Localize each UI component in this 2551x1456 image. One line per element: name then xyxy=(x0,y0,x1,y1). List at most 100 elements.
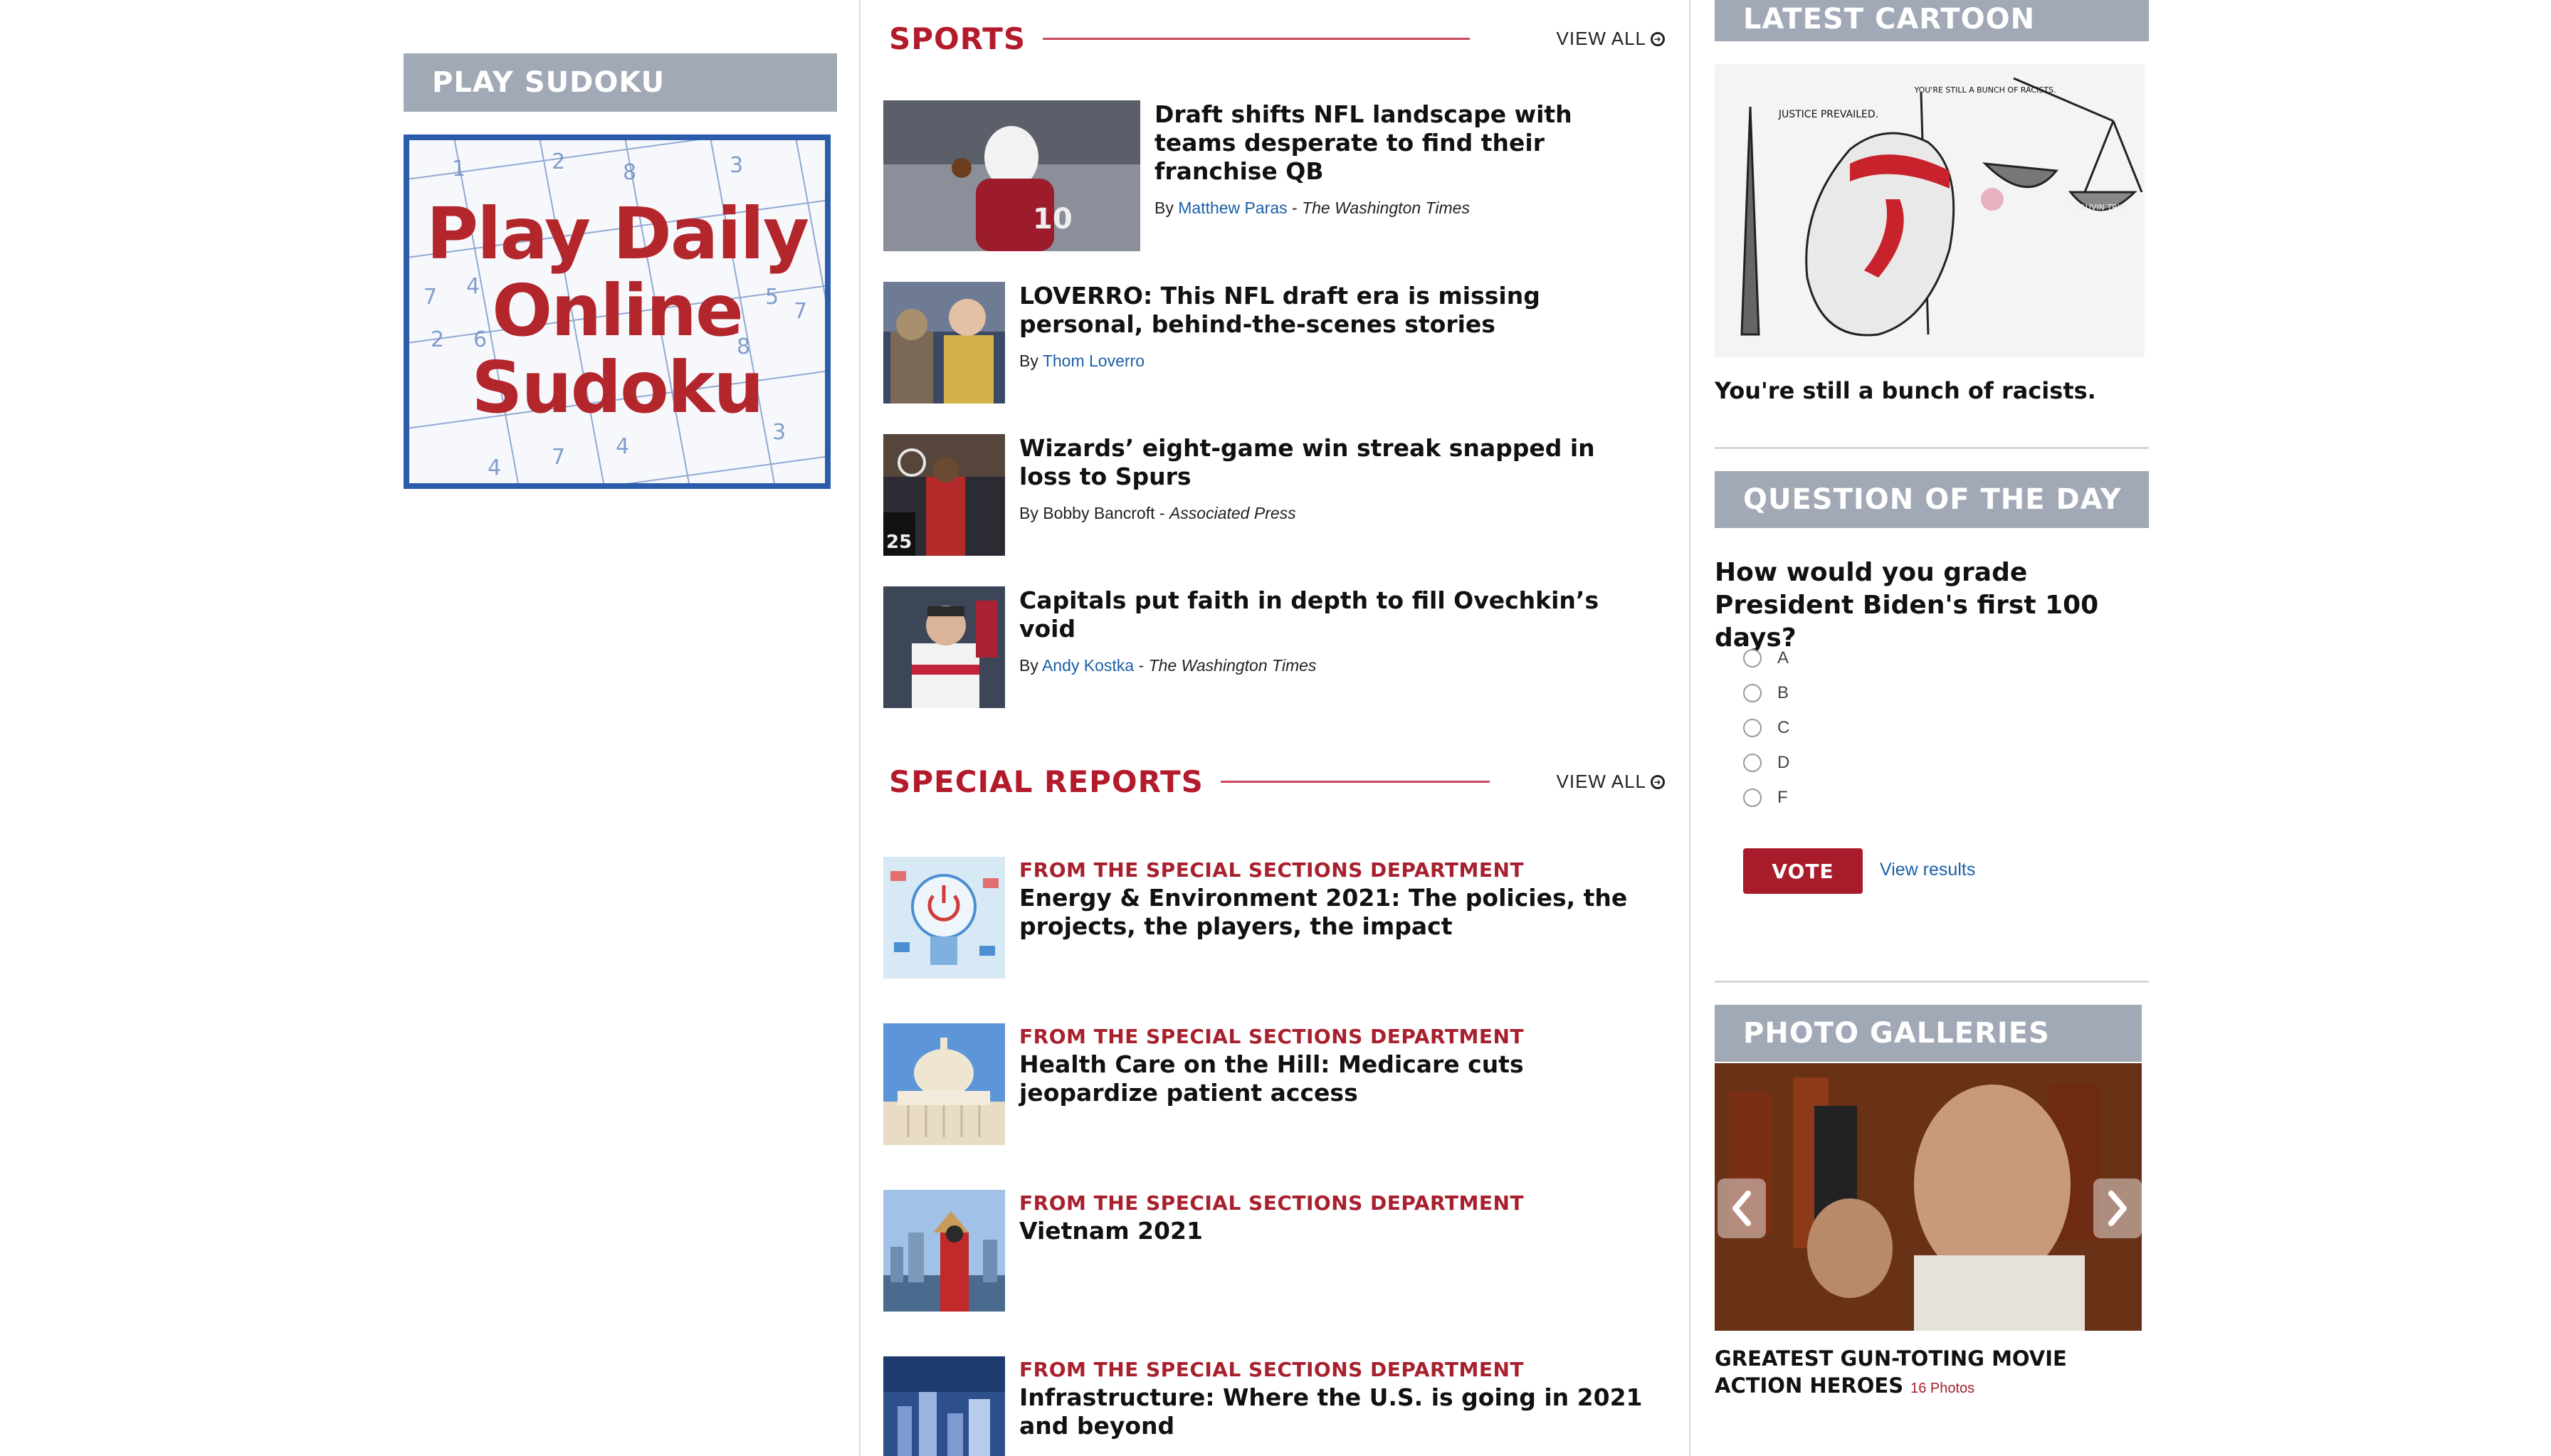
sports-story-thumbnail[interactable] xyxy=(883,586,1005,708)
sports-story-headline[interactable]: Capitals put faith in depth to fill Ovec… xyxy=(1019,586,1646,643)
poll-option-c[interactable]: C xyxy=(1743,710,1789,745)
sudoku-widget: PLAY SUDOKU 1283 7457 268 4743 Play Dail… xyxy=(404,53,837,489)
special-report-item[interactable]: FROM THE SPECIAL SECTIONS DEPARTMENT Inf… xyxy=(883,1356,1660,1456)
cartoon-drawing: JUSTICE PREVAILED. YOU'RE STILL A BUNCH … xyxy=(1715,64,2145,357)
sports-section-header: SPORTS VIEW ALL ➜ xyxy=(889,21,1665,56)
special-report-item[interactable]: FROM THE SPECIAL SECTIONS DEPARTMENT Vie… xyxy=(883,1190,1660,1312)
sports-story-byline: By Thom Loverro xyxy=(1019,352,1145,370)
special-report-headline[interactable]: Vietnam 2021 xyxy=(1019,1217,1660,1245)
author-link[interactable]: Andy Kostka xyxy=(1042,656,1134,675)
sudoku-promo-line-3: Sudoku xyxy=(471,346,764,429)
sidebar-divider xyxy=(1715,447,2149,449)
cartoon-image[interactable]: JUSTICE PREVAILED. YOU'RE STILL A BUNCH … xyxy=(1715,64,2145,357)
sudoku-header: PLAY SUDOKU xyxy=(404,53,837,112)
special-report-department: FROM THE SPECIAL SECTIONS DEPARTMENT xyxy=(1019,1191,1524,1215)
special-reports-section-header: SPECIAL REPORTS VIEW ALL ➜ xyxy=(889,764,1665,799)
column-divider-right xyxy=(1689,0,1690,1456)
column-divider-left xyxy=(859,0,861,1456)
latest-cartoon-header: LATEST CARTOON xyxy=(1715,0,2149,41)
arrow-circle-icon: ➜ xyxy=(1651,774,1665,789)
vote-button[interactable]: VOTE xyxy=(1743,848,1863,894)
view-all-label: VIEW ALL xyxy=(1556,771,1646,792)
question-of-the-day-header: QUESTION OF THE DAY xyxy=(1715,471,2149,528)
cartoon-scale-label: CHAUVIN TRIAL xyxy=(2068,203,2130,212)
special-report-thumbnail[interactable] xyxy=(883,857,1005,978)
special-reports-view-all-link[interactable]: VIEW ALL ➜ xyxy=(1556,771,1665,793)
special-report-item[interactable]: FROM THE SPECIAL SECTIONS DEPARTMENT Hea… xyxy=(883,1023,1660,1145)
special-report-department: FROM THE SPECIAL SECTIONS DEPARTMENT xyxy=(1019,1025,1524,1048)
gallery-title: GREATEST GUN-TOTING MOVIE ACTION HEROES xyxy=(1715,1346,2067,1398)
svg-text:10: 10 xyxy=(1033,203,1073,236)
poll-option-b[interactable]: B xyxy=(1743,675,1789,710)
chevron-right-icon xyxy=(2108,1191,2127,1226)
sports-story-byline: By Bobby Bancroft - Associated Press xyxy=(1019,504,1296,522)
sports-story-byline: By Andy Kostka - The Washington Times xyxy=(1019,656,1317,675)
poll-options: A B C D F xyxy=(1743,640,1789,815)
special-report-department: FROM THE SPECIAL SECTIONS DEPARTMENT xyxy=(1019,858,1524,882)
publication-name: Associated Press xyxy=(1169,504,1296,522)
special-report-headline[interactable]: Energy & Environment 2021: The policies,… xyxy=(1019,884,1660,941)
svg-text:2: 2 xyxy=(552,149,565,174)
gallery-prev-button[interactable] xyxy=(1718,1178,1766,1238)
special-report-thumbnail[interactable] xyxy=(883,1190,1005,1312)
gallery-slide-image[interactable] xyxy=(1715,1063,2142,1331)
view-all-label: VIEW ALL xyxy=(1556,28,1646,49)
author-link[interactable]: Thom Loverro xyxy=(1043,352,1145,370)
sports-story[interactable]: LOVERRO: This NFL draft era is missing p… xyxy=(883,282,1646,403)
poll-option-d[interactable]: D xyxy=(1743,745,1789,780)
special-reports-title: SPECIAL REPORTS xyxy=(889,764,1204,799)
sports-story-thumbnail[interactable] xyxy=(883,282,1005,403)
radio-button[interactable] xyxy=(1743,788,1762,807)
sudoku-promo-line-1: Play Daily xyxy=(426,192,809,275)
sports-story-thumbnail[interactable]: 10 xyxy=(883,100,1140,251)
special-report-department: FROM THE SPECIAL SECTIONS DEPARTMENT xyxy=(1019,1358,1524,1381)
radio-button[interactable] xyxy=(1743,648,1762,668)
special-report-thumbnail[interactable] xyxy=(883,1356,1005,1456)
svg-text:4: 4 xyxy=(488,455,501,480)
sudoku-promo-line-2: Online xyxy=(492,269,744,352)
photo-galleries-header: PHOTO GALLERIES xyxy=(1715,1005,2142,1062)
svg-text:1: 1 xyxy=(452,157,466,181)
special-report-headline[interactable]: Health Care on the Hill: Medicare cuts j… xyxy=(1019,1050,1660,1107)
special-report-item[interactable]: FROM THE SPECIAL SECTIONS DEPARTMENT Ene… xyxy=(883,857,1660,978)
svg-text:25: 25 xyxy=(886,532,912,553)
poll-option-a[interactable]: A xyxy=(1743,640,1789,675)
sports-view-all-link[interactable]: VIEW ALL ➜ xyxy=(1556,28,1665,50)
sports-story[interactable]: Capitals put faith in depth to fill Ovec… xyxy=(883,586,1646,708)
sidebar-divider xyxy=(1715,981,2149,983)
radio-button[interactable] xyxy=(1743,753,1762,772)
svg-text:3: 3 xyxy=(730,153,743,178)
gallery-photo xyxy=(1715,1063,2142,1331)
cartoon-speech-2: YOU'RE STILL A BUNCH OF RACISTS. xyxy=(1913,85,2056,95)
gallery-caption[interactable]: GREATEST GUN-TOTING MOVIE ACTION HEROES 1… xyxy=(1715,1345,2149,1402)
publication-name: The Washington Times xyxy=(1302,199,1470,217)
sports-story[interactable]: 10 Draft shifts NFL landscape with teams… xyxy=(883,100,1646,251)
sudoku-promo-banner[interactable]: 1283 7457 268 4743 Play Daily Online Sud… xyxy=(404,134,831,489)
svg-text:7: 7 xyxy=(552,445,565,470)
sports-title-rule xyxy=(1043,38,1471,40)
photo-count: 16 Photos xyxy=(1910,1381,1975,1396)
chevron-left-icon xyxy=(1732,1191,1751,1226)
svg-text:8: 8 xyxy=(623,160,636,185)
sports-story-headline[interactable]: LOVERRO: This NFL draft era is missing p… xyxy=(1019,282,1646,339)
arrow-circle-icon: ➜ xyxy=(1651,31,1665,46)
cartoon-speech-1: JUSTICE PREVAILED. xyxy=(1778,109,1878,120)
author-link[interactable]: Matthew Paras xyxy=(1178,199,1287,217)
cartoon-caption[interactable]: You're still a bunch of racists. xyxy=(1715,377,2096,404)
radio-button[interactable] xyxy=(1743,683,1762,702)
gallery-next-button[interactable] xyxy=(2093,1178,2142,1238)
view-results-link[interactable]: View results xyxy=(1880,860,1975,880)
sports-story-headline[interactable]: Wizards’ eight-game win streak snapped i… xyxy=(1019,434,1646,491)
svg-text:4: 4 xyxy=(616,434,629,459)
sports-title: SPORTS xyxy=(889,21,1026,56)
sports-story-thumbnail[interactable]: 25 xyxy=(883,434,1005,556)
sports-story-headline[interactable]: Draft shifts NFL landscape with teams de… xyxy=(1154,100,1646,186)
publication-name: The Washington Times xyxy=(1148,656,1317,675)
radio-button[interactable] xyxy=(1743,718,1762,737)
special-report-thumbnail[interactable] xyxy=(883,1023,1005,1145)
special-report-headline[interactable]: Infrastructure: Where the U.S. is going … xyxy=(1019,1383,1660,1440)
sports-story-byline: By Matthew Paras - The Washington Times xyxy=(1154,199,1470,217)
special-reports-title-rule xyxy=(1220,781,1490,783)
poll-option-f[interactable]: F xyxy=(1743,780,1789,815)
sports-story[interactable]: 25 Wizards’ eight-game win streak snappe… xyxy=(883,434,1646,556)
